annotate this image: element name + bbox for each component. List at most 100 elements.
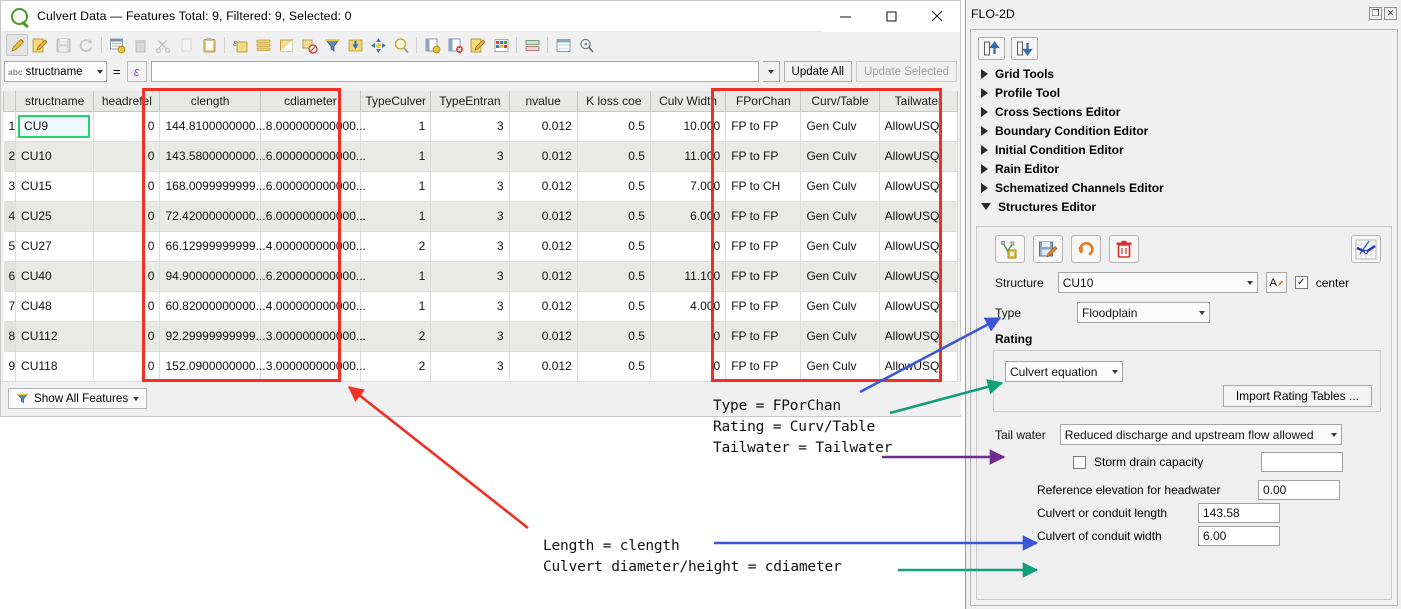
column-header[interactable]: FPorChan [725, 91, 802, 112]
storm-drain-input[interactable] [1261, 452, 1344, 472]
add-structure-icon[interactable] [995, 235, 1025, 263]
table-cell[interactable]: CU27 [15, 231, 95, 262]
column-header[interactable]: Curv/Table [800, 91, 880, 112]
import-rating-tables-button[interactable]: Import Rating Tables ... [1222, 385, 1372, 407]
expand-all-icon[interactable] [1011, 37, 1038, 60]
table-cell[interactable]: 1 [360, 141, 432, 172]
table-cell[interactable]: 92.29999999999... [159, 321, 266, 352]
table-cell[interactable]: Gen Culv [800, 351, 880, 382]
pan-map-to-feature-icon[interactable] [367, 34, 389, 56]
table-cell[interactable]: 1 [360, 111, 432, 142]
chevron-right-icon[interactable] [981, 125, 988, 136]
center-checkbox[interactable]: ✓ [1294, 276, 1308, 289]
table-cell[interactable]: Gen Culv [800, 231, 880, 262]
chevron-down-icon[interactable] [981, 203, 991, 210]
select-by-expression-icon[interactable]: ε [229, 34, 251, 56]
table-cell[interactable]: CU40 [15, 261, 95, 292]
table-cell[interactable]: Gen Culv [800, 141, 880, 172]
table-cell[interactable]: 0.5 [577, 291, 651, 322]
flo2d-tree-item[interactable]: Cross Sections Editor [971, 102, 1397, 121]
rename-structure-button[interactable]: A [1265, 272, 1287, 293]
table-cell[interactable]: 3 [430, 321, 510, 352]
column-header[interactable]: K loss coe [576, 91, 651, 112]
table-row[interactable]: 4 CU25 0 72.42000000000... 6.000000000000...… [3, 201, 959, 232]
table-cell[interactable]: CU10 [15, 141, 95, 172]
flo2d-tree-item[interactable]: Rain Editor [971, 159, 1397, 178]
add-feature-icon[interactable] [106, 34, 128, 56]
table-cell[interactable]: AllowUSQ [879, 111, 959, 142]
minimize-button[interactable] [822, 0, 868, 32]
expression-history-dropdown[interactable] [762, 61, 780, 82]
save-layer-edits-icon[interactable] [52, 34, 74, 56]
table-cell[interactable]: 0.5 [577, 201, 651, 232]
rating-select[interactable]: Culvert equation [1005, 361, 1123, 382]
table-cell[interactable]: 0 [93, 351, 161, 382]
maximize-button[interactable] [868, 0, 914, 32]
close-panel-button[interactable]: ✕ [1384, 7, 1397, 20]
row-index[interactable]: 1 [3, 111, 17, 142]
move-selection-to-top-icon[interactable] [344, 34, 366, 56]
table-cell[interactable]: 3 [430, 261, 510, 292]
table-cell[interactable]: 7.000 [650, 171, 727, 202]
table-cell[interactable]: FP to FP [725, 291, 802, 322]
toggle-editing-icon[interactable] [6, 34, 28, 56]
table-cell[interactable]: 60.82000000000... [159, 291, 266, 322]
table-cell[interactable]: 0 [93, 231, 161, 262]
table-cell[interactable]: 6.200000000000... [260, 261, 366, 292]
table-cell[interactable]: 152.0900000000... [159, 351, 266, 382]
table-cell[interactable]: 3 [430, 201, 510, 232]
table-cell[interactable]: 0.012 [509, 351, 578, 382]
table-cell[interactable]: CU9 [15, 111, 95, 142]
table-cell[interactable]: 0.012 [509, 291, 578, 322]
table-cell[interactable]: Gen Culv [800, 291, 880, 322]
table-cell[interactable]: 0 [93, 141, 161, 172]
row-index[interactable]: 8 [3, 321, 17, 352]
row-index[interactable]: 5 [3, 231, 17, 262]
delete-structure-icon[interactable] [1109, 235, 1139, 263]
table-cell[interactable]: FP to CH [725, 171, 802, 202]
table-cell[interactable]: 6.000000000000... [260, 141, 366, 172]
table-cell[interactable]: 6.000000000000... [260, 201, 366, 232]
table-cell[interactable]: 0.012 [509, 321, 578, 352]
table-cell[interactable]: 0.012 [509, 231, 578, 262]
table-cell[interactable]: 1 [360, 171, 432, 202]
delete-field-icon[interactable] [444, 34, 466, 56]
table-cell[interactable]: FP to FP [725, 321, 802, 352]
table-cell[interactable]: 1 [360, 201, 432, 232]
table-cell[interactable]: Gen Culv [800, 261, 880, 292]
table-cell[interactable]: Gen Culv [800, 171, 880, 202]
table-cell[interactable]: 0 [93, 171, 161, 202]
conditional-formatting-icon[interactable] [490, 34, 512, 56]
row-index[interactable]: 6 [3, 261, 17, 292]
table-cell[interactable]: 3 [430, 351, 510, 382]
flo2d-tree-item[interactable]: Profile Tool [971, 83, 1397, 102]
attribute-table[interactable]: structname headrefel clength cdiameter TypeC… [2, 91, 959, 382]
table-row[interactable]: 8 CU112 0 92.29999999999... 3.000000000000..… [3, 321, 959, 352]
table-cell[interactable]: 0.012 [509, 201, 578, 232]
flo2d-tree-item[interactable]: Grid Tools [971, 64, 1397, 83]
organize-columns-icon[interactable] [521, 34, 543, 56]
table-cell[interactable]: AllowUSQ [879, 261, 959, 292]
table-cell[interactable]: 0.5 [577, 171, 651, 202]
flo2d-tree-item[interactable]: Boundary Condition Editor [971, 121, 1397, 140]
table-cell[interactable]: 6.000 [650, 201, 727, 232]
table-cell[interactable]: AllowUSQ [879, 321, 959, 352]
table-cell[interactable]: 1 [360, 291, 432, 322]
paste-features-icon[interactable] [198, 34, 220, 56]
row-index[interactable]: 2 [3, 141, 17, 172]
zoom-map-to-feature-icon[interactable] [390, 34, 412, 56]
table-cell[interactable]: 4.000 [650, 291, 727, 322]
table-cell[interactable]: AllowUSQ [879, 291, 959, 322]
table-cell[interactable]: 4.000000000000... [260, 291, 366, 322]
table-cell[interactable]: CU48 [15, 291, 95, 322]
table-cell[interactable]: 144.8100000000... [159, 111, 266, 142]
flo2d-tree-item[interactable]: Structures Editor [971, 197, 1397, 216]
table-cell[interactable]: FP to FP [725, 231, 802, 262]
table-cell[interactable]: 4.000000000000... [260, 231, 366, 262]
table-cell[interactable]: AllowUSQ [879, 201, 959, 232]
chevron-right-icon[interactable] [981, 87, 988, 98]
invert-selection-icon[interactable] [275, 34, 297, 56]
tail-water-select[interactable]: Reduced discharge and upstream flow allo… [1059, 424, 1342, 445]
table-cell[interactable]: 0 [650, 351, 727, 382]
collapse-all-icon[interactable] [978, 37, 1005, 60]
